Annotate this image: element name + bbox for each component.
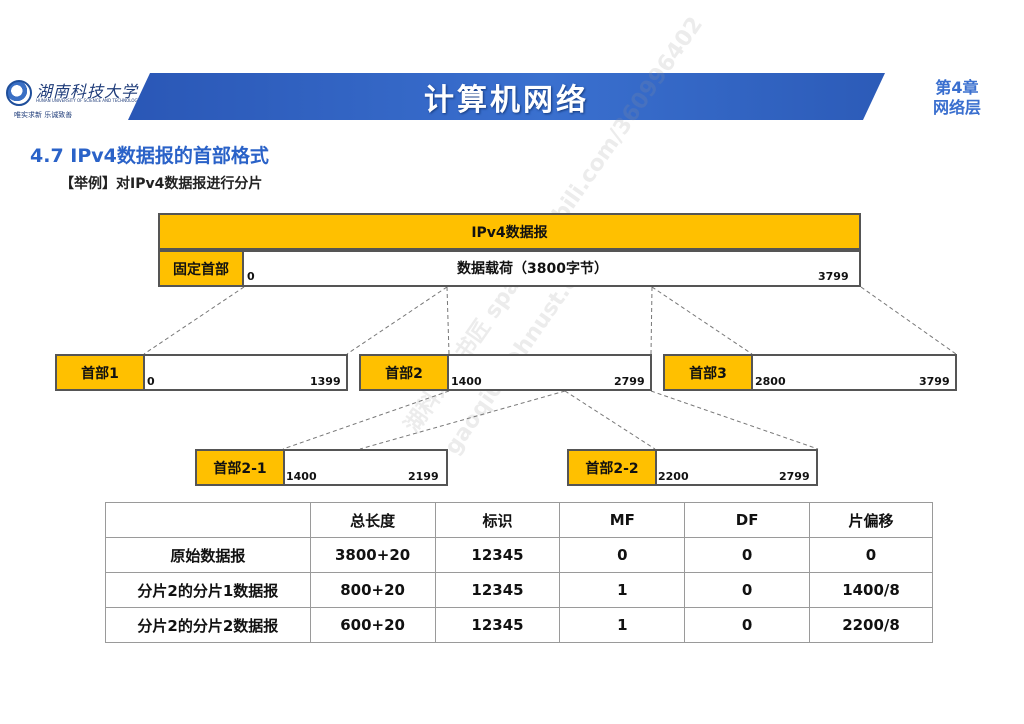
fragment-1-end: 1399	[310, 375, 341, 388]
table-cell: 0	[809, 537, 933, 573]
table-cell: 0	[684, 537, 811, 573]
table-header-total-length: 总长度	[309, 502, 436, 538]
table-cell: 600+20	[309, 607, 436, 643]
table-header-fragment-offset: 片偏移	[809, 502, 933, 538]
table-header-identification: 标识	[434, 502, 561, 538]
table-cell: 0	[684, 572, 811, 608]
connector-line	[446, 286, 450, 355]
fragment-3-header-label: 首部3	[689, 365, 727, 382]
connector-line	[651, 286, 753, 355]
fragment-1-header-label: 首部1	[81, 365, 119, 382]
subfragment-2-1-end: 2199	[408, 470, 439, 483]
table-cell: 原始数据报	[105, 537, 311, 573]
table-cell: 0	[684, 607, 811, 643]
connector-line	[650, 390, 819, 450]
subfragment-2-1-start: 1400	[286, 470, 317, 483]
table-row: 分片2的分片1数据报 800+20 12345 1 0 1400/8	[105, 572, 933, 608]
fragment-3-end: 3799	[919, 375, 950, 388]
table-row: 分片2的分片2数据报 600+20 12345 1 0 2200/8	[105, 607, 933, 643]
fragment-3-header: 首部3	[663, 354, 753, 391]
table-cell: 2200/8	[809, 607, 933, 643]
connector-line	[346, 286, 448, 355]
table-cell: 12345	[434, 537, 561, 573]
datagram-label: IPv4数据报	[471, 224, 548, 241]
connector-line	[143, 286, 245, 355]
fixed-header-label: 固定首部	[173, 261, 229, 278]
table-cell: 1	[559, 607, 686, 643]
table-cell: 1	[559, 572, 686, 608]
table-header-df: DF	[684, 502, 811, 538]
subfragment-2-1-header: 首部2-1	[195, 449, 285, 486]
table-row: 原始数据报 3800+20 12345 0 0 0	[105, 537, 933, 573]
table-cell: 12345	[434, 572, 561, 608]
subfragment-2-1-header-label: 首部2-1	[213, 460, 267, 477]
subfragment-2-2-header-label: 首部2-2	[585, 460, 639, 477]
table-cell: 3800+20	[309, 537, 436, 573]
payload-end-offset: 3799	[818, 270, 849, 283]
table-header-row: 总长度 标识 MF DF 片偏移	[105, 502, 933, 538]
fragment-fields-table: 总长度 标识 MF DF 片偏移 原始数据报 3800+20 12345 0 0…	[105, 502, 933, 643]
fragment-1-start: 0	[147, 375, 155, 388]
subfragment-2-2-start: 2200	[658, 470, 689, 483]
subfragment-2-2-header: 首部2-2	[567, 449, 657, 486]
table-cell: 分片2的分片1数据报	[105, 572, 311, 608]
payload-start-offset: 0	[247, 270, 255, 283]
connector-line	[860, 286, 957, 355]
table-cell: 12345	[434, 607, 561, 643]
fixed-header-box: 固定首部	[158, 250, 244, 287]
fragment-1-header: 首部1	[55, 354, 145, 391]
connector-line	[650, 286, 653, 355]
table-cell: 分片2的分片2数据报	[105, 607, 311, 643]
payload-label: 数据载荷（3800字节）	[457, 261, 608, 277]
table-cell: 800+20	[309, 572, 436, 608]
connector-line	[564, 390, 656, 450]
table-cell: 0	[559, 537, 686, 573]
fragment-2-header-label: 首部2	[385, 365, 423, 382]
subfragment-2-2-end: 2799	[779, 470, 810, 483]
connector-line	[282, 390, 450, 450]
datagram-header-bar: IPv4数据报	[158, 213, 861, 250]
table-cell: 1400/8	[809, 572, 933, 608]
connector-line	[359, 390, 566, 450]
table-header-cell	[105, 502, 311, 538]
fragment-2-start: 1400	[451, 375, 482, 388]
fragment-2-header: 首部2	[359, 354, 449, 391]
table-header-mf: MF	[559, 502, 686, 538]
fragment-3-start: 2800	[755, 375, 786, 388]
fragment-2-end: 2799	[614, 375, 645, 388]
